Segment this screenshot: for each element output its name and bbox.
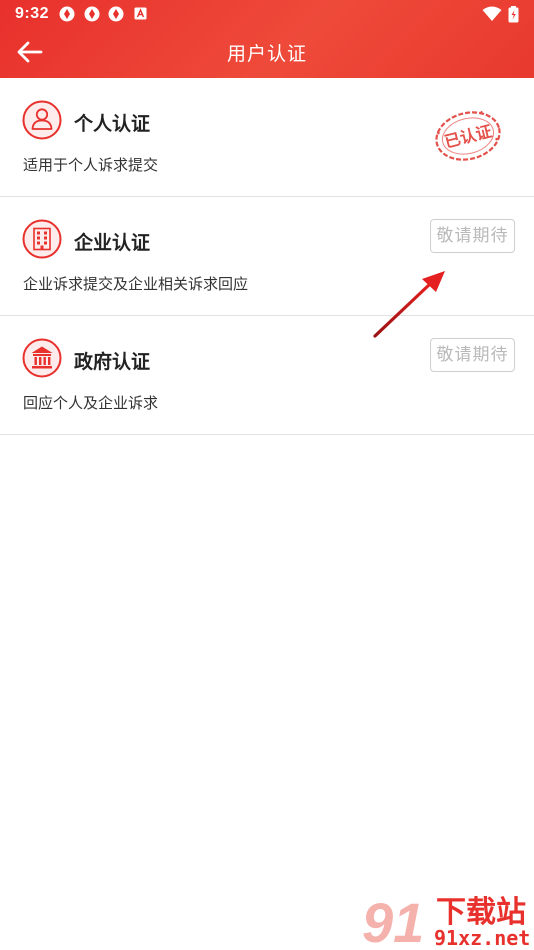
enterprise-auth-card[interactable]: 企业认证 敬请期待 企业诉求提交及企业相关诉求回应 (0, 197, 534, 316)
site-watermark: 91 下载站 91xz.net (362, 891, 530, 950)
watermark-url: 91xz.net (434, 926, 530, 950)
card-description: 企业诉求提交及企业相关诉求回应 (23, 276, 249, 293)
card-description: 回应个人及企业诉求 (23, 395, 159, 412)
card-title: 政府认证 (74, 352, 151, 373)
app-header: 9:32 用户认证 (0, 0, 534, 78)
watermark-title: 下载站 (436, 895, 526, 930)
government-icon (22, 338, 62, 378)
sync-icon (108, 6, 124, 22)
wifi-icon (482, 6, 502, 21)
page-title: 用户认证 (226, 44, 307, 65)
sync-icon (84, 6, 100, 22)
person-icon (22, 100, 62, 140)
annotation-arrow (373, 271, 445, 338)
sync-icon (59, 6, 75, 22)
watermark-logo: 91 (362, 891, 424, 950)
card-title: 企业认证 (74, 233, 151, 254)
coming-soon-button[interactable]: 敬请期待 (430, 219, 515, 253)
notification-a-icon (134, 7, 147, 20)
government-auth-card[interactable]: 政府认证 敬请期待 回应个人及企业诉求 (0, 316, 534, 435)
verified-stamp: 已认证 (435, 110, 501, 161)
battery-icon (508, 6, 519, 23)
building-icon (22, 219, 62, 259)
coming-soon-button[interactable]: 敬请期待 (430, 338, 515, 372)
status-bar: 9:32 (0, 0, 534, 28)
card-title: 个人认证 (74, 114, 151, 135)
status-time: 9:32 (15, 5, 50, 22)
card-description: 适用于个人诉求提交 (23, 157, 159, 174)
